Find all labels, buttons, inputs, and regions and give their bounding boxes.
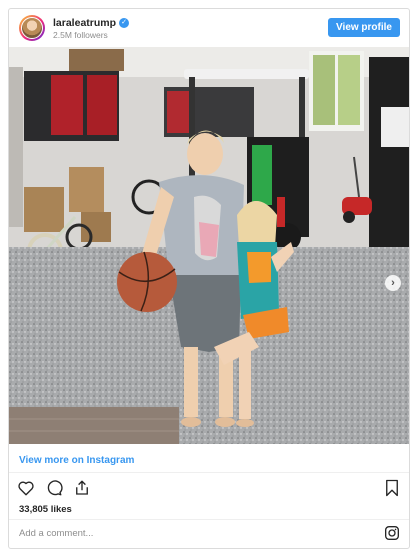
username-link[interactable]: laraleatrump bbox=[53, 17, 116, 29]
follower-count: 2.5M followers bbox=[53, 30, 108, 40]
avatar[interactable] bbox=[19, 15, 45, 41]
like-count: 33,805 likes bbox=[19, 504, 72, 515]
bookmark-icon[interactable] bbox=[384, 479, 400, 497]
divider bbox=[9, 472, 409, 473]
view-profile-button[interactable]: View profile bbox=[328, 18, 400, 37]
avatar-image bbox=[21, 17, 43, 39]
divider bbox=[9, 519, 409, 520]
add-comment-input[interactable]: Add a comment... bbox=[19, 528, 93, 539]
post-photo[interactable]: › bbox=[9, 47, 409, 444]
share-icon[interactable] bbox=[73, 479, 91, 497]
photo-illustration bbox=[9, 47, 409, 444]
post-header: laraleatrump ✓ 2.5M followers View profi… bbox=[9, 9, 409, 47]
instagram-embed-card: laraleatrump ✓ 2.5M followers View profi… bbox=[8, 8, 410, 549]
heart-icon[interactable] bbox=[17, 479, 35, 497]
view-more-on-instagram-link[interactable]: View more on Instagram bbox=[19, 455, 134, 466]
username-row: laraleatrump ✓ bbox=[53, 17, 130, 29]
next-photo-arrow-icon[interactable]: › bbox=[385, 275, 401, 291]
instagram-icon[interactable] bbox=[384, 525, 400, 541]
action-bar bbox=[17, 479, 91, 497]
comment-icon[interactable] bbox=[45, 479, 63, 497]
verified-badge-icon: ✓ bbox=[119, 18, 130, 28]
